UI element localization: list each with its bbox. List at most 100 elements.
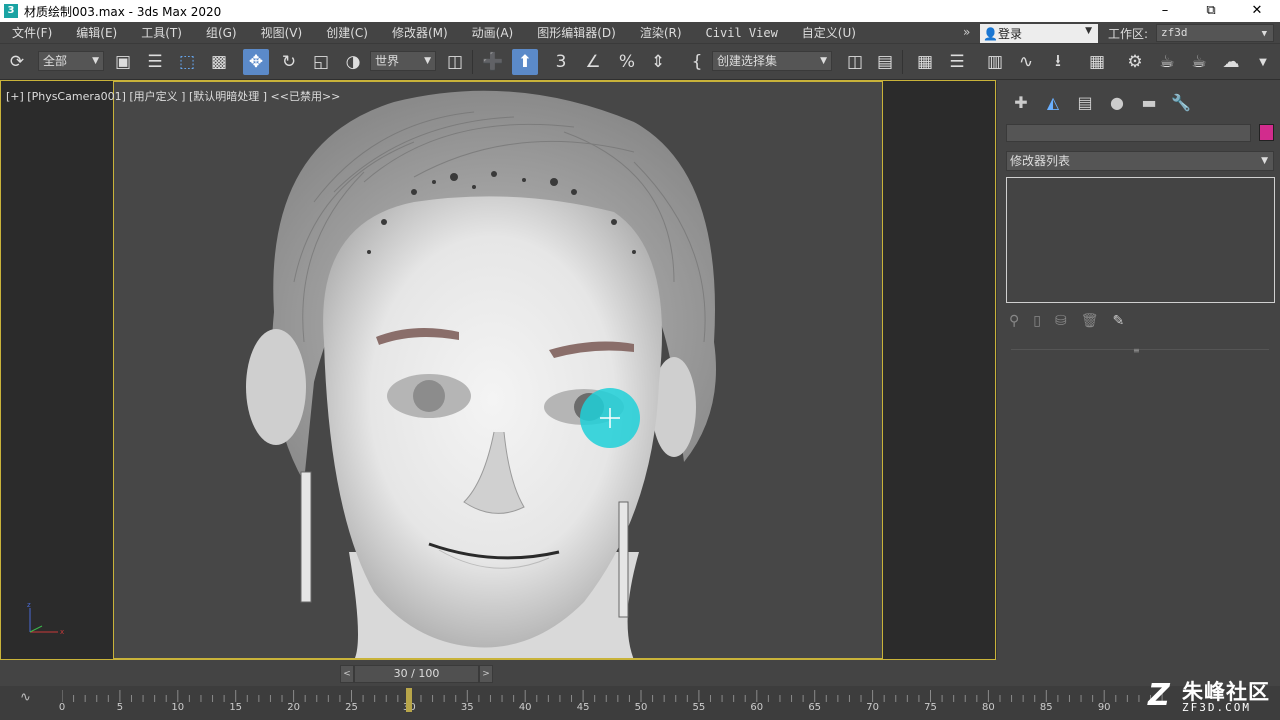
svg-text:z: z xyxy=(27,601,31,609)
resize-grip-icon[interactable]: ≡ xyxy=(1133,346,1140,355)
mirror-icon[interactable]: ◫ xyxy=(842,49,868,75)
configure-modifier-sets-icon[interactable]: ✎ xyxy=(1113,313,1125,329)
frame-tick-label: 0 xyxy=(58,702,66,713)
menu-animation[interactable]: 动画(A) xyxy=(460,24,526,41)
frame-tick-label: 80 xyxy=(982,702,995,713)
select-by-name-icon[interactable]: ☰ xyxy=(142,49,168,75)
close-icon[interactable]: ✕ xyxy=(1234,0,1280,22)
frame-tick-label: 55 xyxy=(692,702,706,713)
frame-tick-label: 65 xyxy=(808,702,822,713)
restore-icon[interactable]: ⧉ xyxy=(1188,0,1234,22)
menu-edit[interactable]: 编辑(E) xyxy=(64,24,129,41)
menu-modifiers[interactable]: 修改器(M) xyxy=(380,24,460,41)
menu-customize[interactable]: 自定义(U) xyxy=(790,24,868,41)
select-manipulate-icon[interactable]: ➕ xyxy=(480,49,506,75)
material-editor-icon[interactable]: ▦ xyxy=(1084,49,1110,75)
menu-group[interactable]: 组(G) xyxy=(194,24,249,41)
modifier-list-label: 修改器列表 xyxy=(1010,154,1071,168)
menu-civil-view[interactable]: Civil View xyxy=(694,26,790,40)
login-label: 登录 xyxy=(997,27,1022,41)
rendered-frame-window-icon[interactable]: ☕ xyxy=(1154,49,1180,75)
create-icon[interactable]: ✚ xyxy=(1005,91,1037,113)
frame-tick-label: 35 xyxy=(460,702,474,713)
login-dropdown[interactable]: 👤 登录 ▼ xyxy=(980,24,1098,43)
toggle-ribbon-icon[interactable]: ▥ xyxy=(982,49,1008,75)
render-in-cloud-icon[interactable]: ☁ xyxy=(1218,49,1244,75)
current-frame-display[interactable]: 30 / 100 xyxy=(354,665,479,683)
frame-tick-labels: 051015202530354045505560657075808590 xyxy=(0,702,1280,716)
toolbar-overflow-icon[interactable]: ▼ xyxy=(1250,49,1276,75)
reference-coordinate-select[interactable]: 世界 ▼ xyxy=(370,51,436,71)
workspace-value: zf3d xyxy=(1161,26,1188,39)
axis-tripod-icon: z x xyxy=(27,601,64,636)
scene-explorer-icon[interactable]: ▦ xyxy=(912,49,938,75)
svg-text:x: x xyxy=(60,628,64,636)
align-icon[interactable]: ▤ xyxy=(872,49,898,75)
object-color-swatch[interactable] xyxy=(1259,124,1274,141)
menu-file[interactable]: 文件(F) xyxy=(0,24,64,41)
frame-tick-label: 15 xyxy=(229,702,243,713)
percent-snap-icon[interactable]: % xyxy=(614,49,640,75)
chevron-down-icon: ▼ xyxy=(92,56,99,66)
named-selection-select[interactable]: 创建选择集 ▼ xyxy=(712,51,832,71)
frame-tick-label: 10 xyxy=(171,702,185,713)
select-and-place-icon[interactable]: ◑ xyxy=(340,49,366,75)
select-and-move-icon[interactable]: ✥ xyxy=(243,49,269,75)
remove-modifier-icon[interactable]: 🗑 xyxy=(1081,313,1099,329)
keyboard-shortcut-override-icon[interactable]: ⬆ xyxy=(512,49,538,75)
make-unique-icon[interactable]: ⛁ xyxy=(1055,313,1067,329)
playhead[interactable] xyxy=(406,688,413,712)
modify-icon[interactable]: ◭ xyxy=(1037,91,1069,113)
hierarchy-icon[interactable]: ▤ xyxy=(1069,91,1101,113)
angle-snap-icon[interactable]: ∠ xyxy=(580,49,606,75)
utilities-icon[interactable]: 🔧 xyxy=(1165,91,1197,113)
time-slider[interactable]: < 30 / 100 > xyxy=(340,665,495,683)
pin-stack-icon[interactable]: ⚲ xyxy=(1009,313,1019,329)
watermark-sub-text: ZF3D.COM xyxy=(1182,701,1251,714)
render-setup-icon[interactable]: ⚙ xyxy=(1122,49,1148,75)
menu-views[interactable]: 视图(V) xyxy=(249,24,315,41)
window-crossing-icon[interactable]: ▩ xyxy=(206,49,232,75)
track-bar[interactable]: ∿ 051015202530354045505560657075808590 xyxy=(0,686,1280,720)
schematic-view-icon[interactable]: ⭳ xyxy=(1045,49,1071,75)
modifier-list-select[interactable]: 修改器列表 ▼ xyxy=(1006,151,1274,171)
workspace-select[interactable]: zf3d ▼ xyxy=(1156,24,1274,42)
menu-bar: 文件(F) 编辑(E) 工具(T) 组(G) 视图(V) 创建(C) 修改器(M… xyxy=(0,22,1280,44)
title-bar: 3 材质绘制003.max - 3ds Max 2020 – ⧉ ✕ xyxy=(0,0,1280,22)
object-name-field[interactable] xyxy=(1006,124,1251,142)
menu-create[interactable]: 创建(C) xyxy=(314,24,380,41)
selection-filter-select[interactable]: 全部 ▼ xyxy=(38,51,104,71)
camera-viewport[interactable] xyxy=(113,81,883,659)
chevron-down-icon: ▼ xyxy=(1261,156,1268,166)
display-icon[interactable]: ▬ xyxy=(1133,91,1165,113)
chevron-down-icon: ▼ xyxy=(1085,26,1092,36)
command-panel: ✚ ◭ ▤ ● ▬ 🔧 修改器列表 ▼ ⚲ ▯ ⛁ 🗑 ✎ ≡ xyxy=(996,81,1280,659)
layer-explorer-icon[interactable]: ☰ xyxy=(944,49,970,75)
curve-editor-icon[interactable]: ∿ xyxy=(1013,49,1039,75)
edit-named-selection-icon[interactable]: { xyxy=(684,49,710,75)
minimize-icon[interactable]: – xyxy=(1142,0,1188,22)
next-frame-icon[interactable]: > xyxy=(479,665,493,683)
select-and-scale-icon[interactable]: ◱ xyxy=(308,49,334,75)
render-production-icon[interactable]: ☕ xyxy=(1186,49,1212,75)
modifier-stack[interactable] xyxy=(1006,177,1275,303)
viewport-label[interactable]: [+] [PhysCamera001] [用户定义 ] [默认明暗处理 ] <<… xyxy=(6,88,340,104)
rectangular-selection-icon[interactable]: ⬚ xyxy=(174,49,200,75)
motion-icon[interactable]: ● xyxy=(1101,91,1133,113)
previous-frame-icon[interactable]: < xyxy=(340,665,354,683)
pivot-center-icon[interactable]: ◫ xyxy=(442,49,468,75)
spinner-snap-icon[interactable]: ⇕ xyxy=(645,49,671,75)
select-and-rotate-icon[interactable]: ↻ xyxy=(276,49,302,75)
menu-graph-editors[interactable]: 图形编辑器(D) xyxy=(525,24,628,41)
select-object-icon[interactable]: ▣ xyxy=(110,49,136,75)
menu-overflow-icon[interactable]: » xyxy=(963,25,970,39)
user-icon: 👤 xyxy=(983,26,998,41)
menu-rendering[interactable]: 渲染(R) xyxy=(628,24,694,41)
show-end-result-icon[interactable]: ▯ xyxy=(1033,313,1041,329)
frame-tick-label: 40 xyxy=(518,702,532,713)
undo-link-icon[interactable]: ⟳ xyxy=(4,49,30,75)
reference-coordinate-value: 世界 xyxy=(375,54,400,68)
snaps-toggle-icon[interactable]: 3 xyxy=(548,49,574,75)
frame-tick-label: 70 xyxy=(866,702,879,713)
menu-tools[interactable]: 工具(T) xyxy=(129,24,194,41)
